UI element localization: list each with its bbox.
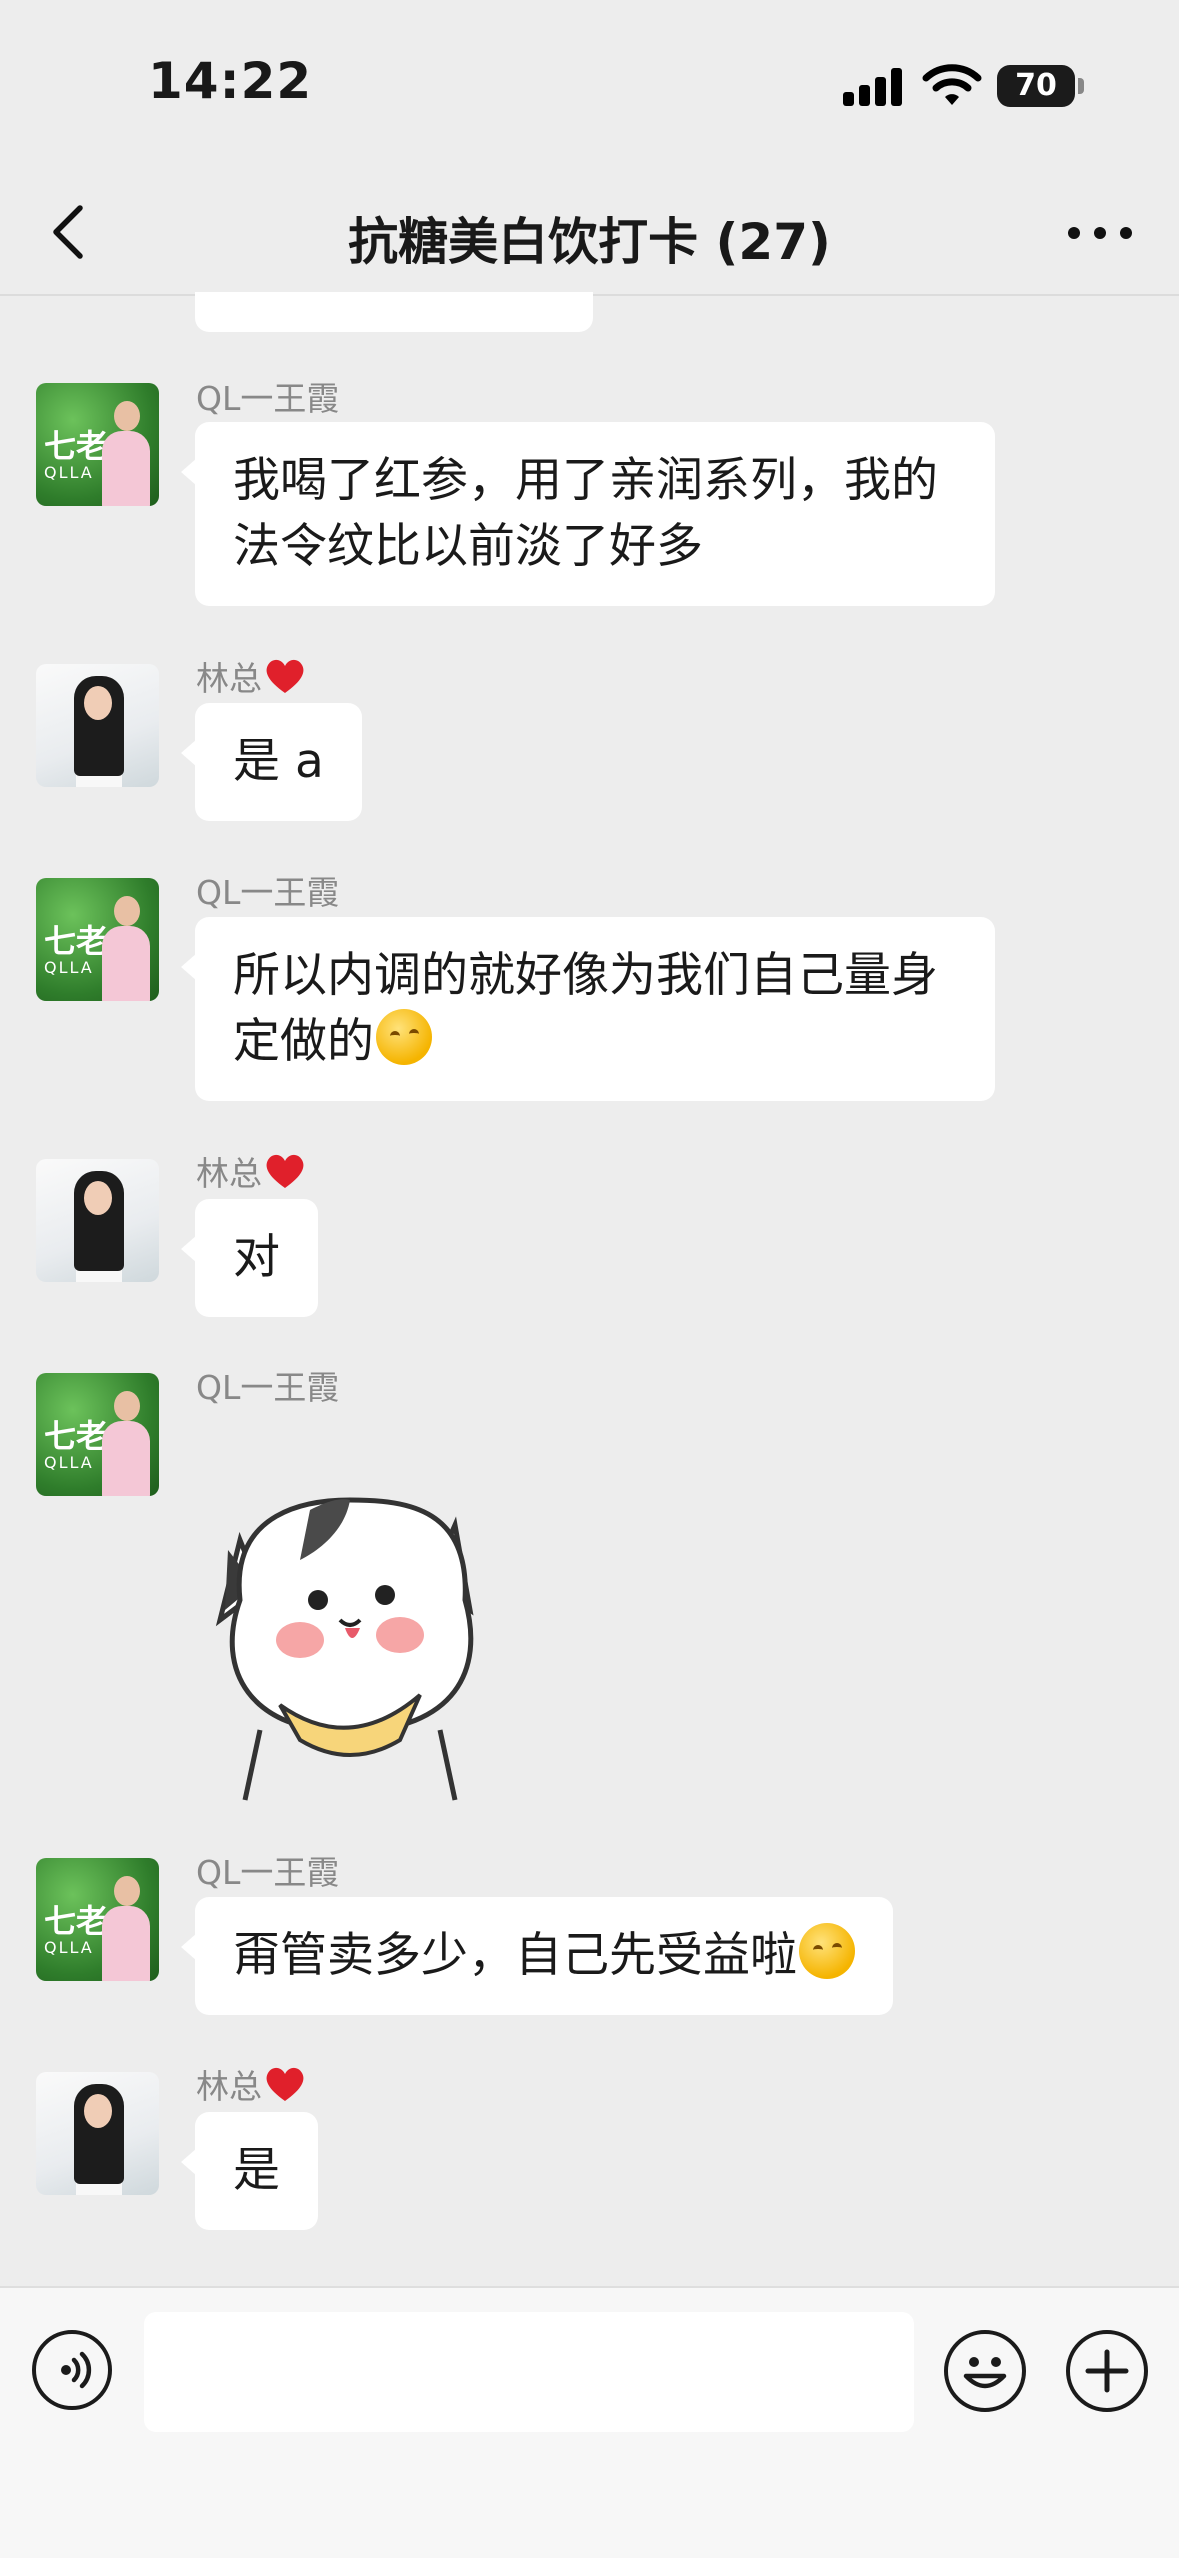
chat-title: 抗糖美白饮打卡 (27) [348,213,831,271]
previous-message-bubble [195,292,593,332]
message-bubble[interactable]: 甭管卖多少，自己先受益啦 [181,1897,893,2015]
battery-nub [1078,78,1084,94]
red-heart-icon [266,1154,304,1188]
avatar-logo-sub: QLLA [44,463,94,482]
message-text: 所以内调的就好像为我们自己量身定做的 [233,948,938,1069]
thinking-face-icon [799,1923,855,1979]
avatar[interactable] [36,2072,159,2195]
sender-name: 林总 [196,1147,306,1195]
sender-name: QL一王霞 [196,1853,340,1892]
avatar[interactable]: 七老 QLLA [36,878,159,1001]
sender-name: QL一王霞 [196,1368,340,1407]
sender-name: QL一王霞 [196,379,340,418]
thinking-face-icon [376,1009,432,1065]
avatar-logo-text: 七老 [44,427,109,465]
avatar[interactable]: 七老 QLLA [36,1373,159,1496]
status-time: 14:22 [148,52,313,110]
avatar[interactable]: 七老 QLLA [36,383,159,506]
avatar-logo-text: 七老 [44,1902,109,1940]
smiley-icon[interactable] [944,2330,1026,2412]
message-bubble[interactable]: 是 a [181,703,362,821]
red-heart-icon [266,2067,304,2101]
cellular-signal-icon [843,66,905,106]
sender-name-text: 林总 [196,2067,262,2106]
voice-input-icon[interactable] [32,2330,112,2410]
avatar-person [100,1876,150,1981]
avatar-logo-sub: QLLA [44,1453,94,1472]
avatar-logo-text: 七老 [44,1417,109,1455]
battery-icon: 70 [997,65,1075,107]
sender-name: QL一王霞 [196,873,340,912]
avatar[interactable] [36,664,159,787]
message-input[interactable] [144,2312,914,2432]
sender-name-text: 林总 [196,1154,262,1193]
avatar-person [100,896,150,1001]
red-heart-icon [266,659,304,693]
avatar-logo-sub: QLLA [44,958,94,977]
avatar-logo-sub: QLLA [44,1938,94,1957]
wifi-icon [922,64,982,105]
cat-sticker[interactable] [200,1470,500,1810]
nav-bar: 抗糖美白饮打卡 (27) [0,170,1179,296]
avatar[interactable] [36,1159,159,1282]
avatar-logo-text: 七老 [44,922,109,960]
plus-icon[interactable] [1066,2330,1148,2412]
avatar[interactable]: 七老 QLLA [36,1858,159,1981]
message-bubble[interactable]: 所以内调的就好像为我们自己量身定做的 [181,917,995,1101]
message-bubble[interactable]: 我喝了红参，用了亲润系列，我的法令纹比以前淡了好多 [181,422,995,606]
sender-name-text: 林总 [196,659,262,698]
message-bubble[interactable]: 对 [181,1199,318,1317]
input-bar [0,2286,1179,2558]
status-bar: 14:22 70 [0,0,1179,170]
more-dots-icon[interactable] [1060,200,1140,266]
avatar-person [100,1391,150,1496]
sender-name: 林总 [196,652,306,700]
sender-name: 林总 [196,2060,306,2108]
message-text: 甭管卖多少，自己先受益啦 [233,1928,797,1983]
message-bubble[interactable]: 是 [181,2112,318,2230]
avatar-person [100,401,150,506]
